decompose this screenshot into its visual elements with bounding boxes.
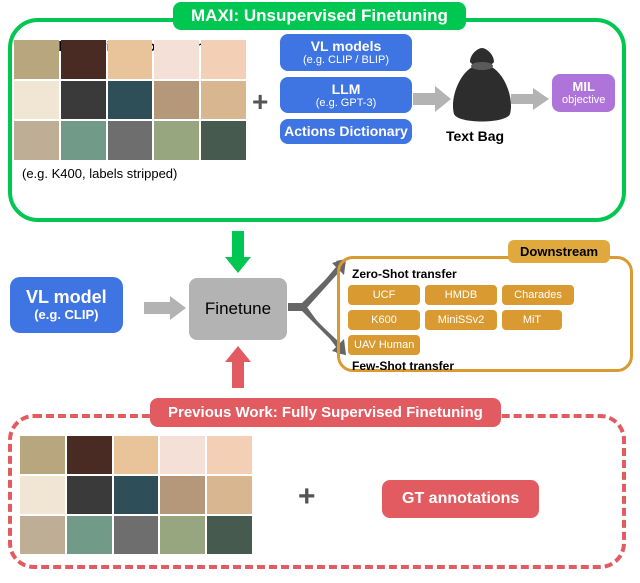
few-shot-title: Few-Shot transfer <box>352 359 622 373</box>
mil-block: MIL objective <box>552 74 615 112</box>
zero-shot-title: Zero-Shot transfer <box>352 267 622 281</box>
maxi-title: MAXI: Unsupervised Finetuning <box>173 2 466 30</box>
red-arrow-up-icon <box>225 346 251 388</box>
input-vl-title: VL model <box>26 287 107 307</box>
arrow-to-finetune-icon <box>144 296 186 320</box>
vl-models-block: VL models (e.g. CLIP / BLIP) <box>280 34 412 71</box>
unlabeled-caption: (e.g. K400, labels stripped) <box>22 166 177 181</box>
downstream-tag: Downstream <box>508 240 610 263</box>
text-bag-label: Text Bag <box>446 128 504 144</box>
plus-icon: + <box>252 86 268 118</box>
previous-work-title: Previous Work: Fully Supervised Finetuni… <box>150 398 501 427</box>
llm-title: LLM <box>332 81 361 97</box>
llm-sub: (e.g. GPT-3) <box>284 97 408 110</box>
mil-title: MIL <box>573 79 595 94</box>
text-bag-icon <box>450 48 514 124</box>
dataset-uavhuman: UAV Human <box>348 335 420 355</box>
actions-dict-title: Actions Dictionary <box>284 123 408 139</box>
llm-block: LLM (e.g. GPT-3) <box>280 77 412 114</box>
dataset-ucf: UCF <box>348 285 420 305</box>
dataset-charades: Charades <box>502 285 574 305</box>
input-vl-model-block: VL model (e.g. CLIP) <box>10 277 123 333</box>
vl-models-title: VL models <box>311 38 382 54</box>
video-thumbnails-bottom <box>20 436 252 554</box>
dataset-grid: UCF HMDB Charades K600 MiniSSv2 MiT UAV … <box>348 285 622 355</box>
arrow-to-bag-icon <box>413 86 451 112</box>
actions-dict-block: Actions Dictionary <box>280 119 412 143</box>
plus-icon-2: + <box>298 480 316 514</box>
finetune-block: Finetune <box>189 278 287 340</box>
arrow-to-mil-icon <box>511 88 549 110</box>
dataset-mit: MiT <box>502 310 562 330</box>
dataset-k600: K600 <box>348 310 420 330</box>
green-arrow-down-icon <box>225 231 251 273</box>
downstream-box: Zero-Shot transfer UCF HMDB Charades K60… <box>337 256 633 372</box>
dataset-hmdb: HMDB <box>425 285 497 305</box>
vl-models-sub: (e.g. CLIP / BLIP) <box>284 54 408 67</box>
mil-sub: objective <box>562 94 605 106</box>
gt-annotations-block: GT annotations <box>382 480 539 518</box>
video-thumbnails <box>14 40 246 160</box>
input-vl-sub: (e.g. CLIP) <box>26 308 107 323</box>
dataset-minissv2: MiniSSv2 <box>425 310 497 330</box>
text-source-stack: VL models (e.g. CLIP / BLIP) LLM (e.g. G… <box>280 34 412 144</box>
